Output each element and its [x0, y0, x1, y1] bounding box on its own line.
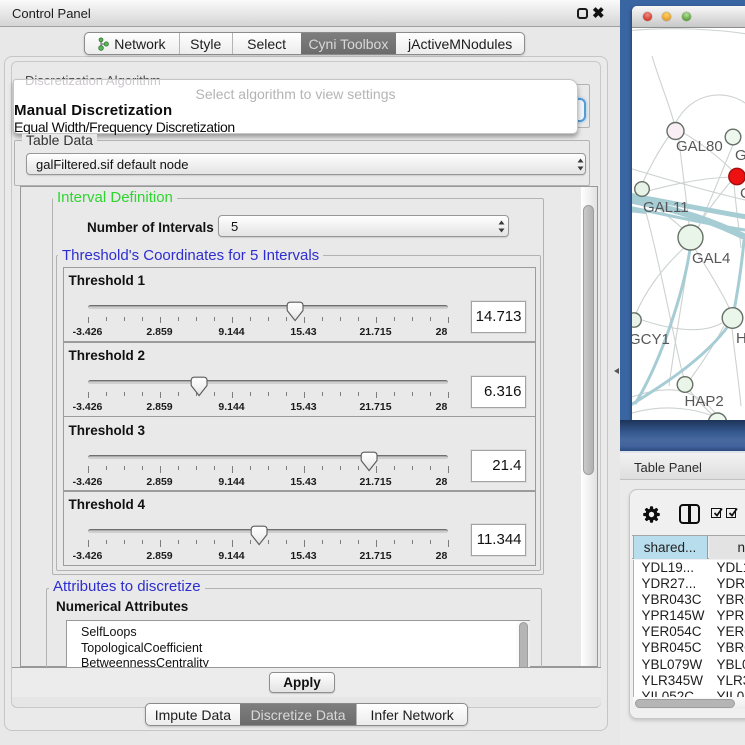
svg-text:GA: GA — [735, 147, 745, 164]
svg-text:HI: HI — [736, 330, 745, 347]
svg-text:HAP2: HAP2 — [685, 393, 724, 410]
svg-text:GAL4: GAL4 — [692, 250, 730, 267]
svg-text:GAL80: GAL80 — [676, 138, 723, 155]
svg-text:GCY1: GCY1 — [632, 331, 670, 348]
svg-text:C: C — [740, 185, 745, 202]
svg-text:GAL11: GAL11 — [643, 199, 689, 216]
